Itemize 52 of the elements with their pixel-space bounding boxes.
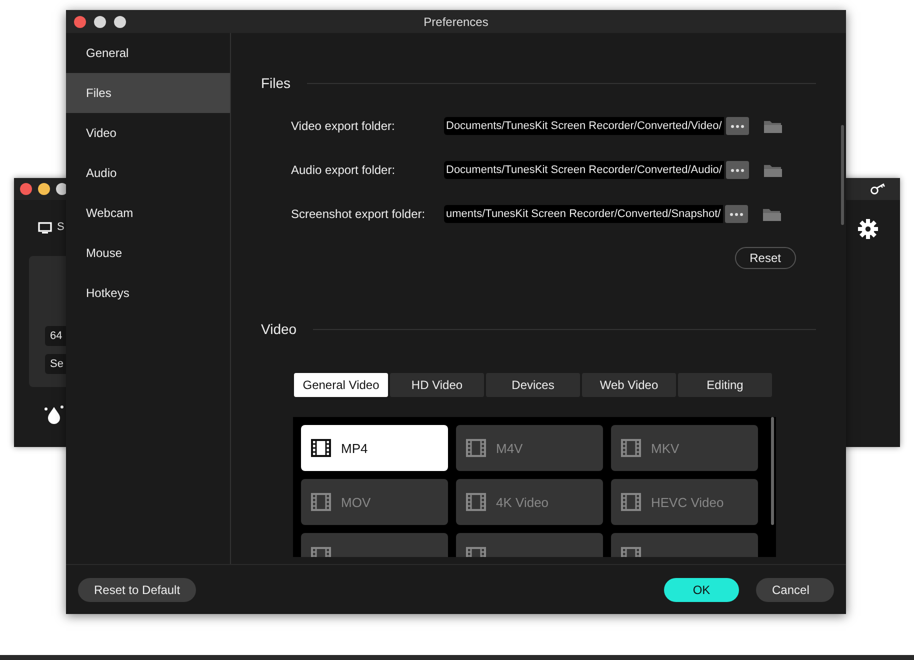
scrollbar[interactable]: [771, 417, 774, 525]
tab[interactable]: HD Video: [390, 373, 484, 397]
section-heading: Video: [261, 321, 297, 337]
field-label: Video export folder:: [291, 119, 396, 133]
minimize-button[interactable]: [38, 183, 50, 195]
reset-to-default-button[interactable]: Reset to Default: [78, 578, 196, 602]
section-heading: Files: [261, 75, 291, 91]
sidebar-item[interactable]: Audio: [66, 153, 230, 193]
zoom-button[interactable]: [114, 16, 126, 28]
tab[interactable]: General Video: [294, 373, 388, 397]
browse-button[interactable]: [726, 117, 749, 135]
tab[interactable]: Web Video: [582, 373, 676, 397]
path-field[interactable]: Documents/TunesKit Screen Recorder/Converted/Video/: [444, 117, 724, 135]
film-icon: [311, 493, 331, 511]
path-field[interactable]: Documents/TunesKit Screen Recorder/Converted/Audio/: [444, 161, 724, 179]
sidebar-item[interactable]: Video: [66, 113, 230, 153]
droplet-icon[interactable]: [44, 404, 64, 424]
monitor-icon[interactable]: [38, 222, 52, 234]
cancel-button[interactable]: Cancel: [756, 578, 834, 602]
minimize-button[interactable]: [94, 16, 106, 28]
ok-button[interactable]: OK: [664, 578, 739, 602]
folder-icon[interactable]: [762, 118, 783, 134]
film-icon: [466, 439, 486, 457]
tab[interactable]: Devices: [486, 373, 580, 397]
folder-icon[interactable]: [762, 162, 783, 178]
key-icon[interactable]: [870, 183, 886, 195]
folder-icon[interactable]: [762, 206, 782, 222]
sidebar-item[interactable]: Mouse: [66, 233, 230, 273]
sidebar-item[interactable]: General: [66, 33, 230, 73]
sidebar-item[interactable]: Hotkeys: [66, 273, 230, 313]
browse-button[interactable]: [724, 205, 748, 223]
path-field[interactable]: uments/TunesKit Screen Recorder/Converted/Snapshot/: [444, 205, 723, 223]
field-label: Audio export folder:: [291, 163, 396, 177]
input-field[interactable]: 64: [45, 326, 66, 346]
film-icon: [621, 493, 641, 511]
close-button[interactable]: [20, 183, 32, 195]
film-icon: [621, 439, 641, 457]
format-option[interactable]: MP4: [301, 425, 448, 471]
browse-button[interactable]: [726, 161, 749, 179]
window-title: Preferences: [424, 14, 488, 28]
sidebar-item[interactable]: Webcam: [66, 193, 230, 233]
input-field[interactable]: Se: [45, 354, 66, 374]
film-icon: [311, 439, 331, 457]
sidebar-item[interactable]: Files: [66, 73, 230, 113]
source-label: S: [57, 221, 64, 233]
settings-icon[interactable]: [858, 219, 878, 239]
reset-button[interactable]: Reset: [734, 247, 796, 269]
scrollbar[interactable]: [841, 125, 844, 225]
tab[interactable]: Editing: [678, 373, 772, 397]
close-button[interactable]: [74, 16, 86, 28]
film-icon: [466, 493, 486, 511]
field-label: Screenshot export folder:: [291, 207, 426, 221]
